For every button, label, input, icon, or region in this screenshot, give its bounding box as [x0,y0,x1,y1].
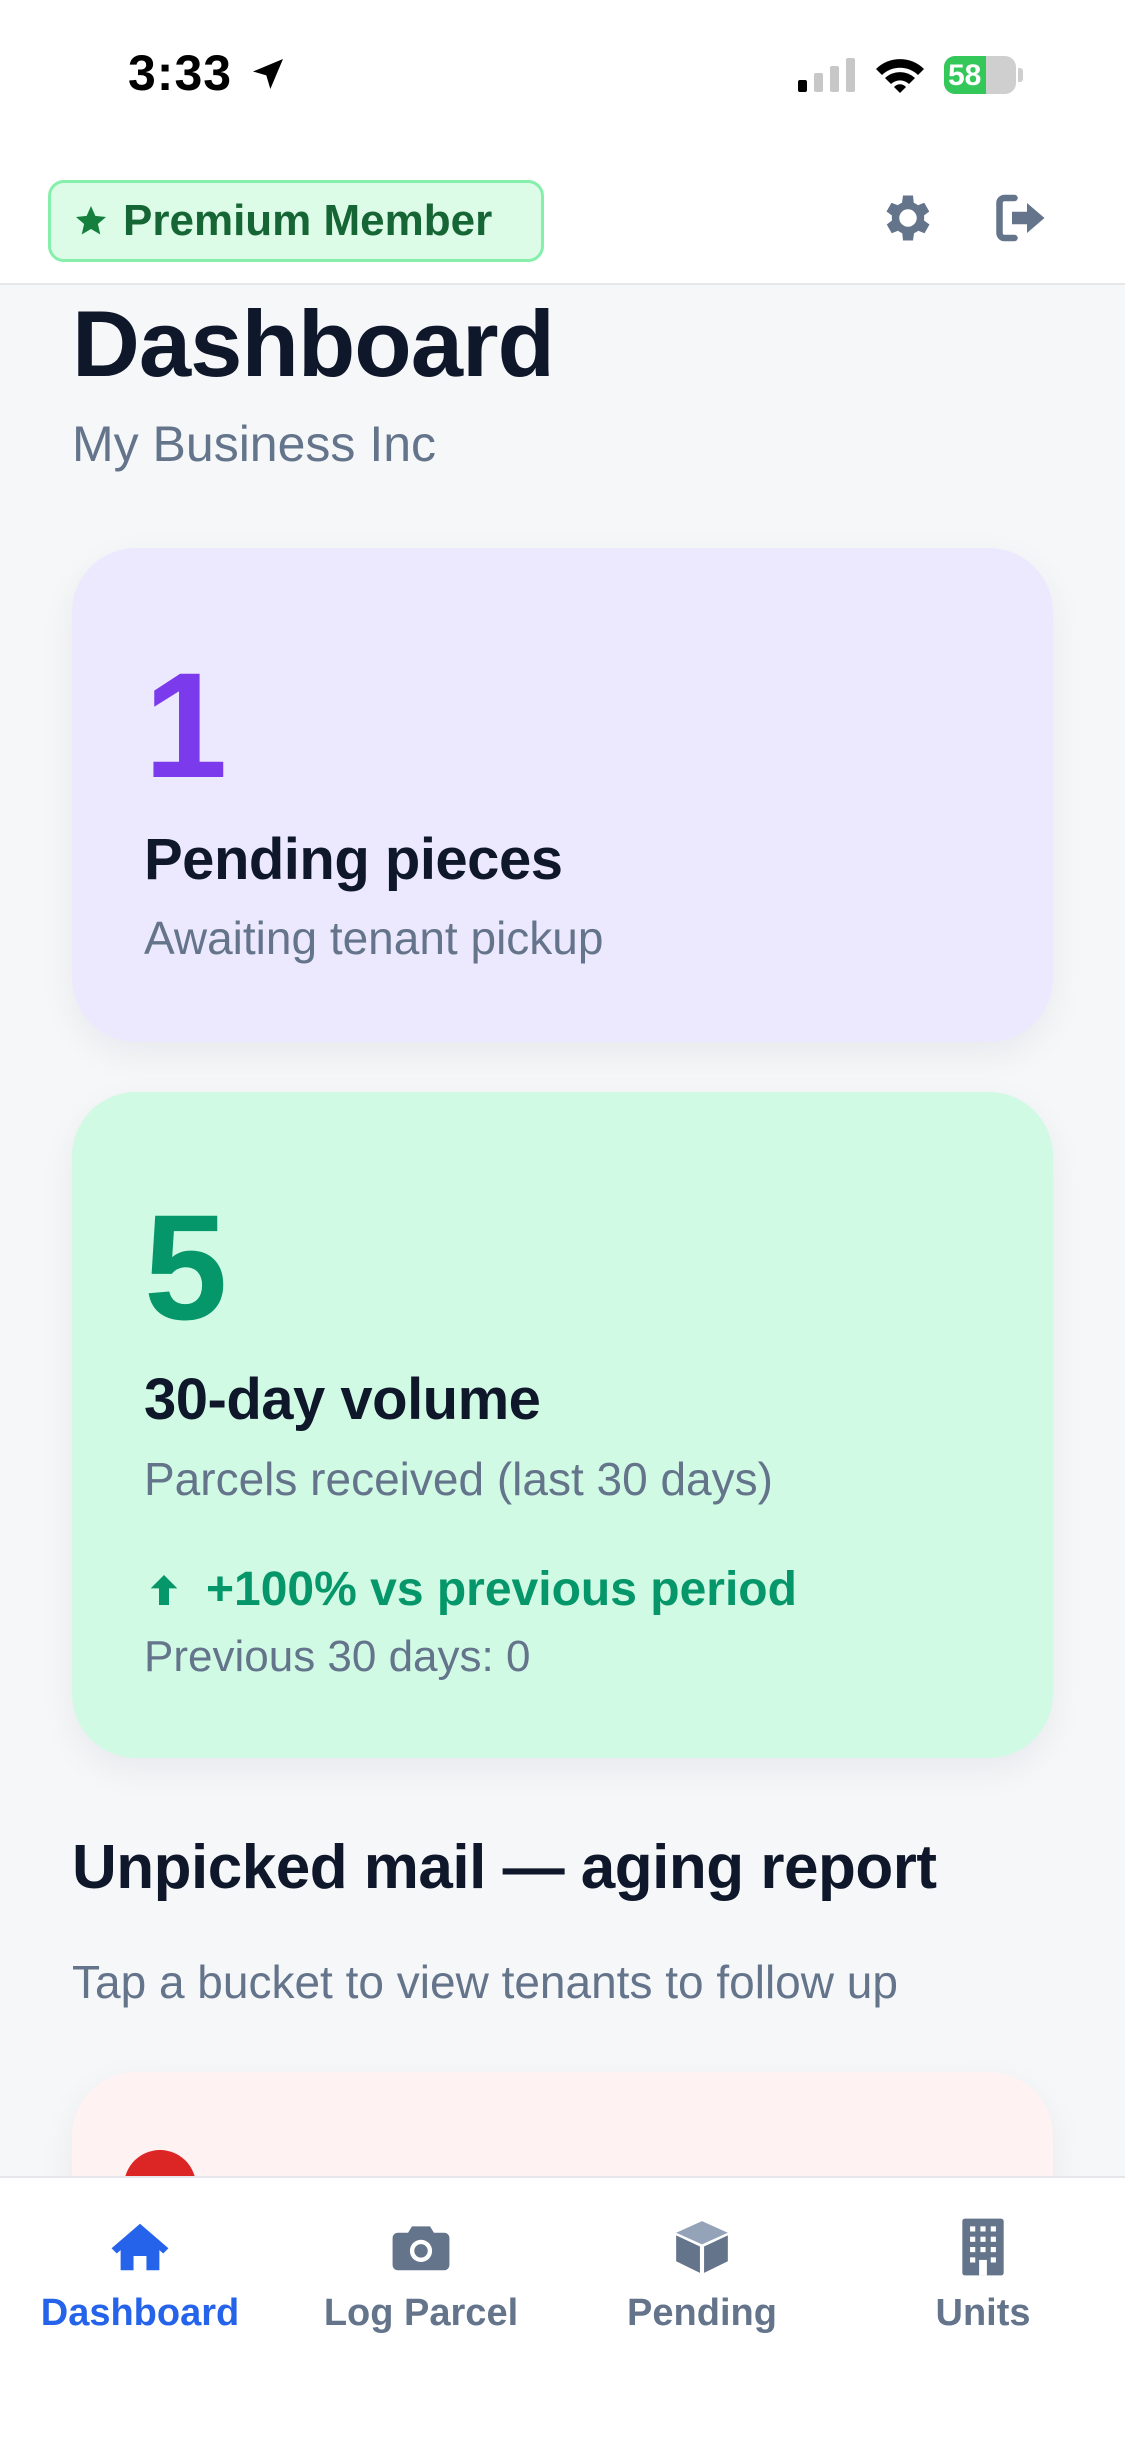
home-icon [111,2223,169,2271]
tab-pending[interactable]: Pending [562,2216,842,2356]
box-icon [676,2221,728,2273]
wifi-icon [876,59,924,93]
cellular-signal-icon [798,58,855,92]
camera-icon [392,2226,450,2271]
volume-card-title: 30-day volume [144,1367,541,1432]
arrow-up-icon [150,1574,178,1605]
status-bar: 3:33 58 [0,0,1125,150]
previous-period-label: Previous 30 days: 0 [144,1632,531,1681]
settings-button[interactable] [868,178,948,258]
status-time: 3:33 [128,45,233,101]
volume-card[interactable]: 5 30-day volume Parcels received (last 3… [72,1092,1053,1758]
sign-out-icon [996,194,1045,242]
page-title: Dashboard [72,291,555,396]
volume-trend: +100% vs previous period [144,1562,797,1617]
trend-label: +100% vs previous period [206,1563,797,1616]
aging-report-title: Unpicked mail — aging report [72,1833,937,1902]
tab-units[interactable]: Units [843,2216,1123,2356]
pending-pieces-card[interactable]: 1 Pending pieces Awaiting tenant pickup [72,548,1053,1042]
volume-count: 5 [144,1183,228,1351]
pending-card-title: Pending pieces [144,827,563,892]
tab-dashboard[interactable]: Dashboard [0,2216,280,2356]
tab-pending-label: Pending [627,2292,777,2334]
tab-units-label: Units [935,2292,1031,2334]
pending-count: 1 [144,641,228,809]
volume-card-description: Parcels received (last 30 days) [144,1453,773,1505]
aging-report-subtitle: Tap a bucket to view tenants to follow u… [72,1956,898,2008]
gear-icon [886,195,930,241]
premium-member-badge[interactable]: Premium Member [48,180,544,262]
location-arrow-icon [253,59,283,89]
building-icon [962,2218,1004,2276]
battery-indicator: 58 [944,56,1024,94]
tab-log-parcel-label: Log Parcel [323,2292,519,2334]
bottom-tab-bar: Dashboard Log Parcel Pending Units [0,2176,1125,2438]
star-icon [76,206,106,235]
app-header: Premium Member [0,150,1125,285]
tab-dashboard-label: Dashboard [40,2292,240,2334]
badge-label: Premium Member [123,196,493,245]
logout-button[interactable] [982,178,1062,258]
business-name: My Business Inc [72,416,437,472]
pending-card-description: Awaiting tenant pickup [144,912,604,964]
tab-log-parcel[interactable]: Log Parcel [281,2216,561,2356]
battery-percent: 58 [948,59,982,92]
